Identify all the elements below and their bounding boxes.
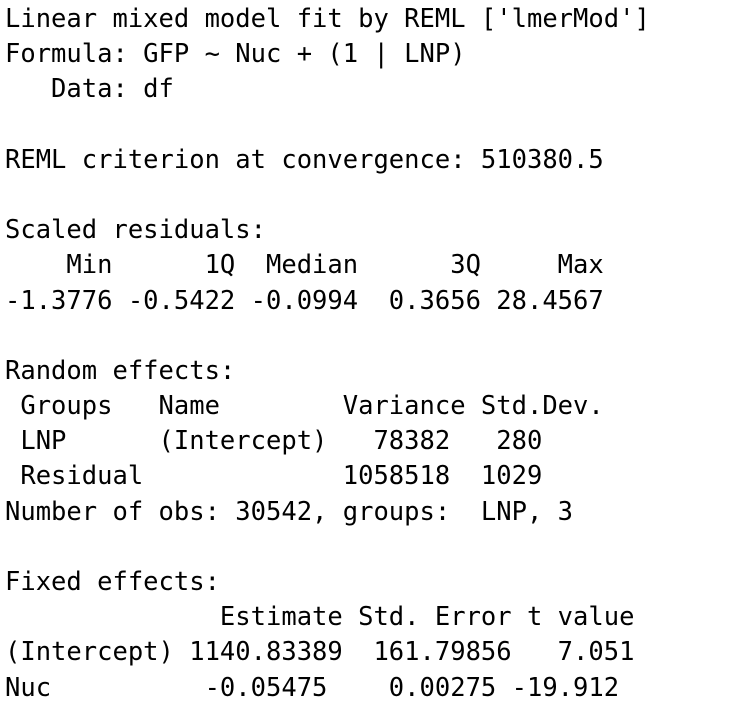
data-line: Data: df	[5, 74, 174, 105]
random-effects-heading: Random effects:	[5, 355, 236, 386]
fixed-effects-nuc-row: Nuc -0.05475 0.00275 -19.912	[5, 672, 620, 703]
random-effects-lnp-row: LNP (Intercept) 78382 280	[5, 426, 604, 457]
residuals-header-row: Min 1Q Median 3Q Max	[5, 250, 604, 281]
number-of-obs-line: Number of obs: 30542, groups: LNP, 3	[5, 496, 574, 527]
random-effects-header-row: Groups Name Variance Std.Dev.	[5, 391, 604, 422]
model-summary-output: Linear mixed model fit by REML ['lmerMod…	[0, 0, 750, 706]
residuals-values-row: -1.3776 -0.5422 -0.0994 0.3656 28.4567	[5, 285, 604, 316]
reml-criterion-line: REML criterion at convergence: 510380.5	[5, 144, 604, 175]
formula-line: Formula: GFP ~ Nuc + (1 | LNP)	[5, 39, 466, 70]
scaled-residuals-heading: Scaled residuals:	[5, 215, 266, 246]
fixed-effects-header-row: Estimate Std. Error t value	[5, 602, 635, 633]
fixed-effects-intercept-row: (Intercept) 1140.83389 161.79856 7.051	[5, 637, 635, 668]
random-effects-residual-row: Residual 1058518 1029	[5, 461, 604, 492]
fixed-effects-heading: Fixed effects:	[5, 567, 220, 597]
model-title-line: Linear mixed model fit by REML ['lmerMod…	[5, 4, 650, 34]
